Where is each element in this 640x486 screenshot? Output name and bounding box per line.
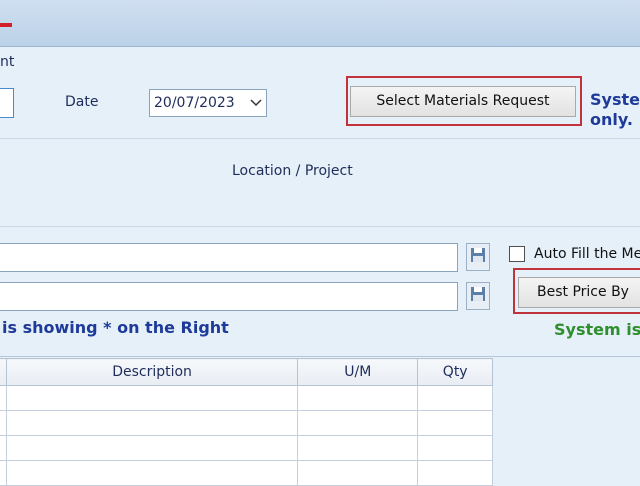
table-cell[interactable] <box>297 410 419 436</box>
text-field-2[interactable] <box>0 282 458 311</box>
materials-grid[interactable]: Description U/M Qty <box>0 358 493 486</box>
system-note-line1: Syste <box>590 90 640 109</box>
floppy-disk-icon <box>470 247 486 267</box>
section-divider <box>0 138 640 139</box>
auto-fill-label: Auto Fill the Me <box>534 246 640 262</box>
location-project-label: Location / Project <box>232 163 353 179</box>
table-cell[interactable] <box>5 410 299 436</box>
table-row[interactable] <box>0 460 493 486</box>
table-row[interactable] <box>0 435 493 461</box>
table-cell[interactable] <box>5 460 299 486</box>
title-bar-accent <box>0 23 12 27</box>
save-field-1-button[interactable] <box>466 243 490 271</box>
table-row[interactable] <box>0 410 493 436</box>
table-cell[interactable] <box>297 460 419 486</box>
select-materials-request-button[interactable]: Select Materials Request <box>350 86 576 117</box>
table-cell[interactable] <box>297 435 419 461</box>
floppy-disk-icon <box>470 286 486 306</box>
grid-column-header[interactable]: Description <box>5 358 299 386</box>
date-picker[interactable]: 20/07/2023 <box>149 89 267 117</box>
system-note-line2: only. <box>590 110 633 129</box>
chevron-down-icon[interactable] <box>250 95 262 111</box>
auto-fill-checkbox[interactable] <box>509 246 525 262</box>
text-field-1[interactable] <box>0 243 458 272</box>
table-cell[interactable] <box>5 385 299 411</box>
date-label: Date <box>65 94 99 110</box>
window-title-bar <box>0 0 640 47</box>
table-cell[interactable] <box>417 460 493 486</box>
partial-text-input[interactable] <box>0 88 14 118</box>
section-divider-2 <box>0 226 640 227</box>
grid-column-header[interactable]: U/M <box>297 358 419 386</box>
table-cell[interactable] <box>417 385 493 411</box>
table-row[interactable] <box>0 385 493 411</box>
partial-field-label: nt <box>0 54 15 70</box>
grid-header-row: Description U/M Qty <box>0 358 493 386</box>
system-note-green: System is <box>554 320 640 339</box>
grid-top-divider <box>0 356 640 357</box>
table-cell[interactable] <box>417 435 493 461</box>
save-field-2-button[interactable] <box>466 282 490 310</box>
showing-note: is showing * on the Right <box>2 318 229 337</box>
table-cell[interactable] <box>297 385 419 411</box>
grid-column-header[interactable]: Qty <box>417 358 493 386</box>
table-cell[interactable] <box>417 410 493 436</box>
table-cell[interactable] <box>5 435 299 461</box>
best-price-button[interactable]: Best Price By <box>518 277 640 308</box>
date-value: 20/07/2023 <box>154 95 235 111</box>
